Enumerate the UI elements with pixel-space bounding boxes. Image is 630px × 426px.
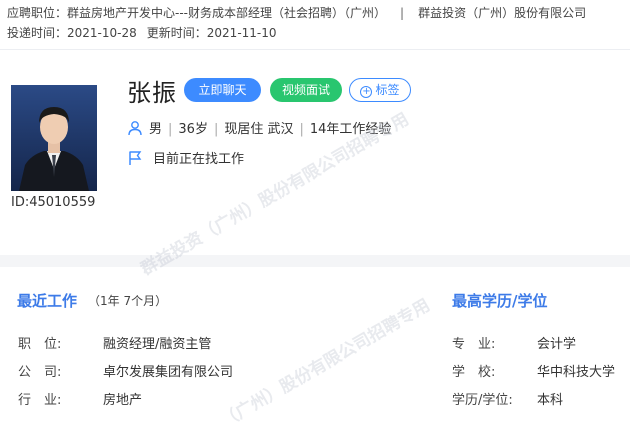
recent-work-title: 最近工作 — [17, 292, 78, 310]
work-industry-label: 行 业: — [18, 393, 62, 408]
status-text: 目前正在找工作 — [153, 152, 245, 167]
candidate-photo — [11, 85, 97, 191]
flag-icon — [127, 150, 143, 170]
candidate-profile: ID:45010559 张振 立即聊天 视频面试 + 标签 男 | 36岁 | 现居住 武… — [0, 51, 630, 255]
resume-summary: 最近工作 （1年 7个月） 职 位: 融资经理/融资主管 公 司: 卓尔发展集团… — [0, 267, 630, 426]
work-position-label: 职 位: — [18, 337, 62, 352]
application-time-line: 投递时间：2021-10-28 更新时间：2021-11-10 — [7, 24, 277, 41]
work-company-label: 公 司: — [18, 365, 62, 380]
apply-time-label: 投递时间： — [7, 26, 68, 40]
major-value: 会计学 — [537, 337, 577, 352]
company-name: 群益投资（广州）股份有限公司 — [418, 6, 587, 20]
gender: 男 — [149, 122, 163, 137]
education-title: 最高学历/学位 — [452, 292, 548, 310]
degree-value: 本科 — [537, 393, 564, 408]
section-divider — [0, 255, 630, 267]
video-interview-button[interactable]: 视频面试 — [270, 78, 342, 102]
plus-icon: + — [360, 86, 373, 98]
school-value: 华中科技大学 — [537, 365, 616, 380]
candidate-id: ID:45010559 — [11, 195, 96, 210]
position-value: 群益房地产开发中心---财务成本部经理（社会招聘）（广州） — [67, 6, 387, 20]
work-position-value: 融资经理/融资主管 — [103, 337, 212, 352]
residence: 现居住 武汉 — [224, 122, 294, 137]
school-label: 学 校: — [452, 365, 496, 380]
application-info-bar: 应聘职位：群益房地产开发中心---财务成本部经理（社会招聘）（广州） | 群益投资（… — [0, 0, 630, 50]
update-time-value: 2021-11-10 — [206, 26, 277, 40]
add-tag-button[interactable]: + 标签 — [349, 78, 411, 102]
candidate-basic-info: 男 | 36岁 | 现居住 武汉 | 14年工作经验 — [127, 118, 391, 140]
tag-label: 标签 — [375, 83, 400, 97]
work-company-value: 卓尔发展集团有限公司 — [103, 365, 234, 380]
person-icon — [127, 120, 143, 140]
separator: | — [400, 6, 405, 20]
position-label: 应聘职位： — [7, 6, 68, 20]
chat-now-button[interactable]: 立即聊天 — [184, 78, 261, 102]
age: 36岁 — [178, 122, 208, 137]
major-label: 专 业: — [452, 337, 496, 352]
recent-work-duration: （1年 7个月） — [88, 294, 168, 308]
apply-time-value: 2021-10-28 — [67, 26, 137, 40]
application-position-line: 应聘职位：群益房地产开发中心---财务成本部经理（社会招聘）（广州） | 群益投资（… — [7, 4, 586, 21]
degree-label: 学历/学位: — [452, 393, 513, 408]
candidate-name: 张振 — [127, 79, 177, 107]
work-industry-value: 房地产 — [103, 393, 143, 408]
job-search-status: 目前正在找工作 — [127, 148, 244, 170]
work-experience: 14年工作经验 — [309, 122, 392, 137]
update-time-label: 更新时间： — [146, 26, 207, 40]
